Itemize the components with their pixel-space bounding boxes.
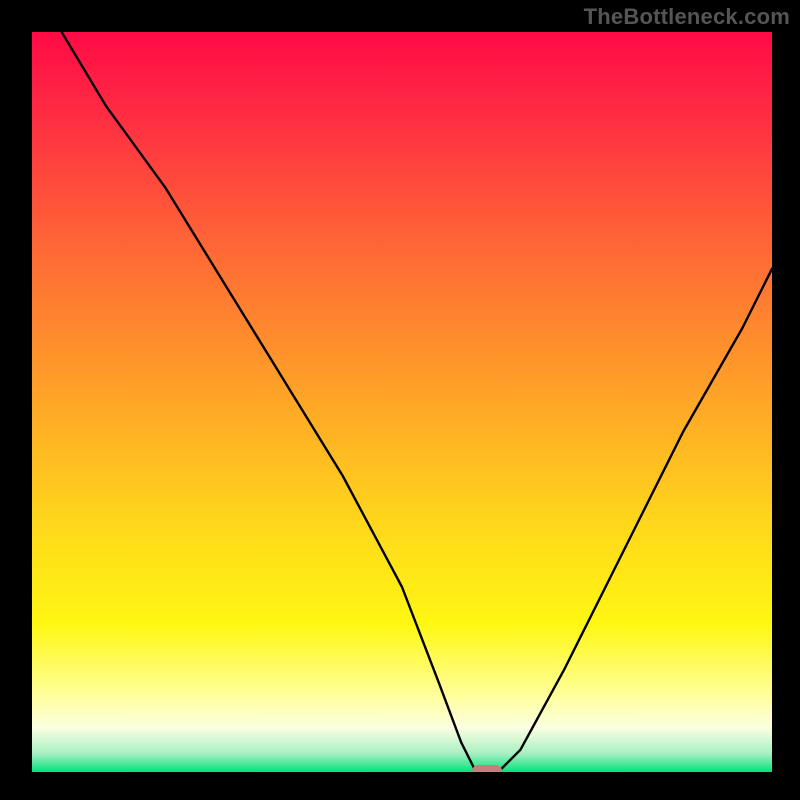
chart-container: { "watermark": "TheBottleneck.com", "cha… — [0, 0, 800, 800]
plot-background — [32, 32, 772, 772]
frame-bottom — [0, 772, 800, 800]
watermark-text: TheBottleneck.com — [584, 4, 790, 30]
frame-right — [772, 0, 800, 800]
frame-left — [0, 0, 32, 800]
bottleneck-chart — [0, 0, 800, 800]
